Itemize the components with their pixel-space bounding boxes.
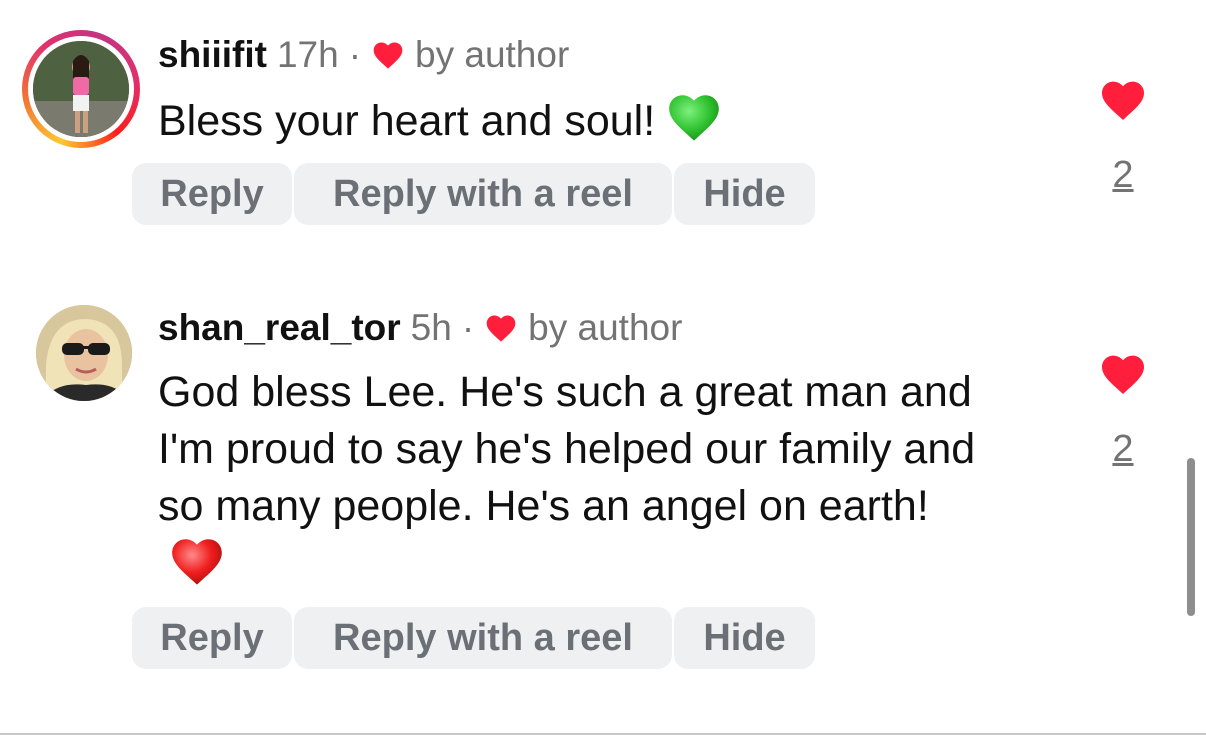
- timestamp: 5h: [410, 307, 452, 348]
- timestamp: 17h: [276, 34, 339, 75]
- avatar[interactable]: [22, 303, 140, 421]
- like-column: 2: [1098, 352, 1148, 471]
- author-liked-heart-icon: [373, 42, 403, 69]
- like-heart-icon[interactable]: [1099, 78, 1147, 122]
- like-count-link[interactable]: 2: [1112, 154, 1133, 197]
- comment-text-block: Bless your heart and soul!: [158, 91, 1008, 158]
- comment-text: God bless Lee. He's such a great man and…: [158, 368, 976, 530]
- hide-button[interactable]: Hide: [674, 607, 815, 669]
- reply-with-reel-button[interactable]: Reply with a reel: [294, 163, 672, 225]
- hide-button[interactable]: Hide: [674, 163, 815, 225]
- comment-header: shan_real_tor 5h · by author: [158, 306, 682, 350]
- person-figure-icon: [33, 41, 129, 137]
- red-heart-icon: [168, 535, 226, 602]
- comment-actions: Reply Reply with a reel Hide: [132, 607, 815, 669]
- author-liked-heart-icon: [486, 315, 516, 342]
- liked-by-author-label: by author: [415, 34, 570, 75]
- liked-by-author-label: by author: [528, 307, 683, 348]
- reply-button[interactable]: Reply: [132, 607, 292, 669]
- like-column: 2: [1098, 78, 1148, 197]
- reply-button[interactable]: Reply: [132, 163, 292, 225]
- separator-dot: ·: [461, 307, 475, 348]
- comment-actions: Reply Reply with a reel Hide: [132, 163, 815, 225]
- avatar-photo: [33, 41, 129, 137]
- comment-text-block: God bless Lee. He's such a great man and…: [158, 364, 988, 602]
- comment-header: shiiifit 17h · by author: [158, 33, 569, 77]
- green-heart-icon: [665, 91, 723, 158]
- separator-dot: ·: [348, 34, 362, 75]
- reply-with-reel-button[interactable]: Reply with a reel: [294, 607, 672, 669]
- username-link[interactable]: shiiifit: [158, 33, 267, 77]
- username-link[interactable]: shan_real_tor: [158, 306, 401, 350]
- comment-text: Bless your heart and soul!: [158, 97, 656, 145]
- avatar-photo: [36, 305, 132, 401]
- like-count-link[interactable]: 2: [1112, 428, 1133, 471]
- scrollbar-thumb[interactable]: [1187, 458, 1195, 616]
- avatar[interactable]: [22, 30, 140, 148]
- person-portrait-icon: [36, 305, 132, 401]
- like-heart-icon[interactable]: [1099, 352, 1147, 396]
